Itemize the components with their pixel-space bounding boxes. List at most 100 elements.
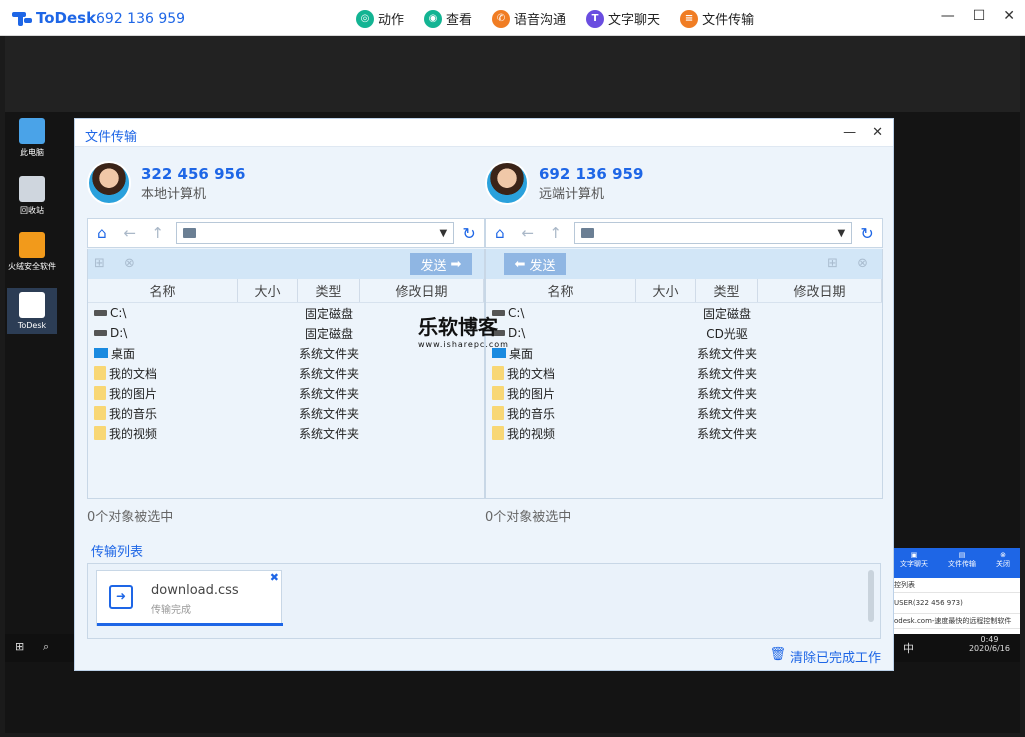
file-type: 系统文件夹 bbox=[696, 346, 757, 361]
column-header[interactable]: 大小 bbox=[238, 279, 298, 302]
action-0[interactable]: ◎ 动作 bbox=[356, 9, 404, 28]
desktop-icon-this-pc[interactable]: 此电脑 bbox=[7, 118, 57, 158]
dialog-minimize-button[interactable]: — bbox=[843, 125, 856, 140]
file-row[interactable]: 我的图片 系统文件夹 bbox=[486, 383, 882, 403]
device-id: 692 136 959 bbox=[96, 11, 186, 27]
action-1[interactable]: ◉ 查看 bbox=[424, 9, 472, 28]
computer-icon bbox=[19, 118, 45, 144]
up-arrow-icon[interactable]: ↑ bbox=[542, 224, 570, 242]
back-arrow-icon[interactable]: ← bbox=[514, 224, 542, 242]
refresh-icon[interactable]: ↻ bbox=[454, 224, 484, 243]
remote-path-select[interactable]: ▼ bbox=[573, 222, 853, 244]
delete-icon[interactable]: ⊗ bbox=[124, 256, 135, 271]
up-arrow-icon[interactable]: ↑ bbox=[144, 224, 172, 242]
column-header[interactable]: 修改日期 bbox=[360, 279, 484, 302]
trash-icon: 🗑 bbox=[769, 647, 786, 662]
action-2[interactable]: ✆ 语音沟通 bbox=[492, 9, 566, 28]
file-row[interactable]: 我的视频 系统文件夹 bbox=[486, 423, 882, 443]
folder-icon bbox=[94, 426, 106, 440]
folder-icon bbox=[580, 228, 594, 238]
file-name: 我的图片 bbox=[109, 386, 158, 401]
folder-icon bbox=[492, 406, 504, 420]
close-button[interactable]: ✕ bbox=[1003, 8, 1015, 24]
drive-icon bbox=[94, 330, 107, 336]
recycle-bin-icon bbox=[19, 176, 45, 202]
file-type: 系统文件夹 bbox=[696, 366, 757, 381]
back-arrow-icon[interactable]: ← bbox=[116, 224, 144, 242]
remote-file-list[interactable]: 名称 大小 类型 修改日期 C:\ 固定磁盘 D:\ CD光驱 桌面 系统文件夹 我的文档 系统文件… bbox=[485, 279, 883, 499]
desktop-icon-recycle[interactable]: 回收站 bbox=[7, 176, 57, 216]
windows-start-icon[interactable]: ⊞ bbox=[15, 640, 24, 653]
action-icon: ◉ bbox=[424, 9, 443, 28]
file-name: 我的音乐 bbox=[109, 406, 158, 421]
refresh-icon[interactable]: ↻ bbox=[852, 224, 882, 243]
column-header[interactable]: 名称 bbox=[88, 279, 238, 302]
local-id: 322 456 956 bbox=[141, 164, 246, 183]
local-label: 本地计算机 bbox=[141, 186, 207, 202]
clear-completed-button[interactable]: 🗑 清除已完成工作 bbox=[769, 647, 881, 666]
receive-button[interactable]: ⬅ 发送 bbox=[504, 253, 566, 275]
file-row[interactable]: 我的音乐 系统文件夹 bbox=[88, 403, 484, 423]
avatar bbox=[485, 161, 529, 205]
side-file-button[interactable]: ▤ 文件传输 bbox=[948, 551, 976, 578]
close-circle-icon: ⊗ bbox=[1000, 551, 1006, 559]
desktop-icon-huorong[interactable]: 火绒安全软件 bbox=[7, 232, 57, 272]
clock[interactable]: 0:49 2020/6/16 bbox=[969, 635, 1010, 653]
new-folder-icon[interactable]: ⊞ bbox=[827, 256, 838, 271]
action-label: 语音沟通 bbox=[514, 13, 567, 28]
maximize-button[interactable]: ☐ bbox=[973, 8, 986, 24]
action-3[interactable]: T 文字聊天 bbox=[586, 9, 660, 28]
remote-action-bar: ⬅ 发送 ⊞ ⊗ bbox=[485, 249, 883, 279]
local-address-bar: ⌂ ← ↑ ▼ ↻ bbox=[87, 218, 485, 248]
column-header[interactable]: 类型 bbox=[696, 279, 758, 302]
ime-indicator[interactable]: 中 bbox=[903, 640, 914, 656]
minimize-button[interactable]: — bbox=[941, 8, 955, 24]
dialog-close-button[interactable]: ✕ bbox=[872, 125, 883, 140]
send-button[interactable]: 发送 ➡ bbox=[410, 253, 472, 275]
column-header[interactable]: 名称 bbox=[486, 279, 636, 302]
transfer-status: 传输完成 bbox=[151, 605, 191, 616]
side-close-button[interactable]: ⊗ 关闭 bbox=[996, 551, 1010, 578]
home-icon[interactable]: ⌂ bbox=[88, 224, 116, 242]
close-icon[interactable]: ✖ bbox=[270, 571, 279, 584]
dialog-titlebar: 文件传输 — ✕ bbox=[75, 119, 893, 147]
search-icon[interactable]: ⌕ bbox=[43, 640, 49, 654]
shield-icon bbox=[19, 232, 45, 258]
file-type: 系统文件夹 bbox=[696, 426, 757, 441]
transfer-item[interactable]: ➜ download.css 传输完成 ✖ bbox=[96, 570, 283, 626]
file-row[interactable]: 我的文档 系统文件夹 bbox=[88, 363, 484, 383]
file-name: D:\ bbox=[508, 326, 526, 340]
transfer-list: ➜ download.css 传输完成 ✖ bbox=[87, 563, 881, 639]
file-row[interactable]: 我的文档 系统文件夹 bbox=[486, 363, 882, 383]
tab-transfer-list[interactable]: 传输列表 bbox=[91, 541, 144, 565]
scrollbar[interactable] bbox=[868, 570, 874, 622]
file-type: 系统文件夹 bbox=[696, 406, 757, 421]
chevron-down-icon: ▼ bbox=[837, 227, 846, 239]
file-type: 系统文件夹 bbox=[298, 346, 359, 361]
column-header[interactable]: 大小 bbox=[636, 279, 696, 302]
home-icon[interactable]: ⌂ bbox=[486, 224, 514, 242]
local-path-select[interactable]: ▼ bbox=[175, 222, 455, 244]
file-row[interactable]: 我的图片 系统文件夹 bbox=[88, 383, 484, 403]
remote-label: 远端计算机 bbox=[539, 186, 605, 202]
action-label: 文字聊天 bbox=[608, 13, 661, 28]
file-row[interactable]: 桌面 系统文件夹 bbox=[486, 343, 882, 363]
file-row[interactable]: D:\ CD光驱 bbox=[486, 323, 882, 343]
app-name: ToDesk bbox=[36, 9, 97, 27]
desktop-icon-todesk[interactable]: ToDesk bbox=[7, 288, 57, 334]
file-row[interactable]: 我的音乐 系统文件夹 bbox=[486, 403, 882, 423]
action-4[interactable]: ≡ 文件传输 bbox=[680, 9, 754, 28]
new-folder-icon[interactable]: ⊞ bbox=[94, 256, 105, 271]
action-icon: ◎ bbox=[356, 9, 374, 28]
todesk-logo-icon bbox=[12, 10, 32, 26]
file-row[interactable]: C:\ 固定磁盘 bbox=[486, 303, 882, 323]
action-label: 查看 bbox=[446, 13, 473, 28]
column-header[interactable]: 修改日期 bbox=[758, 279, 882, 302]
delete-icon[interactable]: ⊗ bbox=[857, 256, 868, 271]
watermark: 乐软博客 www.isharepc.com bbox=[418, 315, 509, 349]
file-name: 我的视频 bbox=[507, 426, 556, 441]
file-row[interactable]: 我的视频 系统文件夹 bbox=[88, 423, 484, 443]
column-header[interactable]: 类型 bbox=[298, 279, 360, 302]
side-chat-button[interactable]: ▣ 文字聊天 bbox=[900, 551, 928, 578]
local-file-list[interactable]: 名称 大小 类型 修改日期 C:\ 固定磁盘 D:\ 固定磁盘 桌面 系统文件夹 我的文档 系统文件… bbox=[87, 279, 485, 499]
